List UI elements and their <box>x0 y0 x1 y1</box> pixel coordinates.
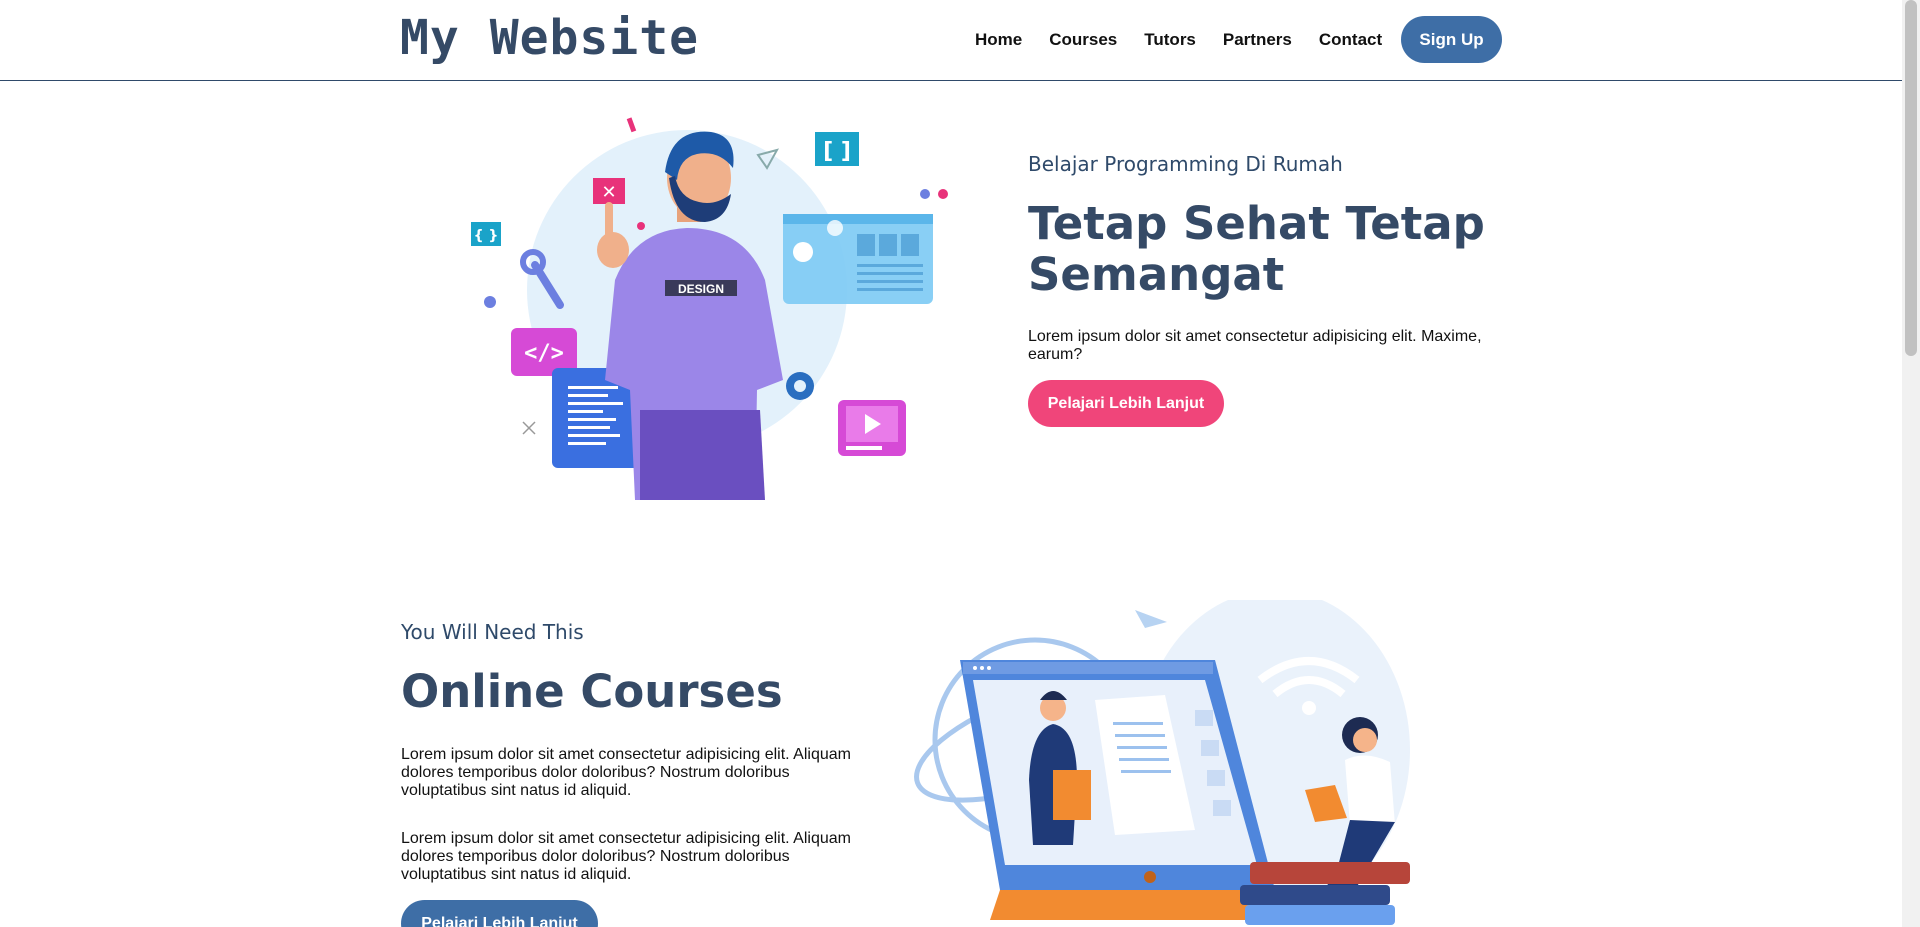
hero-title: Tetap Sehat Tetap Semangat <box>1028 197 1485 301</box>
courses-paragraph: Lorem ipsum dolor sit amet consectetur a… <box>401 830 851 883</box>
svg-text:[ ]: [ ] <box>823 139 851 164</box>
shirt-badge-text: DESIGN <box>678 282 724 296</box>
nav-link-home[interactable]: Home <box>975 30 1022 50</box>
nav-link-tutors[interactable]: Tutors <box>1144 30 1196 50</box>
hero-learn-more-button[interactable]: Pelajari Lebih Lanjut <box>1028 380 1224 427</box>
nav-link-courses[interactable]: Courses <box>1049 30 1117 50</box>
page-scrollbar[interactable] <box>1902 0 1920 927</box>
hero-developer-illustration: [ ] { } ✕ </> DESIGN <box>471 117 948 500</box>
online-courses-illustration <box>914 600 1410 925</box>
hero-subtitle: Belajar Programming Di Rumah <box>1028 152 1343 176</box>
nav-link-contact[interactable]: Contact <box>1319 30 1382 50</box>
svg-text:</>: </> <box>524 341 564 366</box>
courses-subtitle: You Will Need This <box>401 620 584 644</box>
courses-learn-more-button[interactable]: Pelajari Lebih Lanjut <box>401 900 598 927</box>
svg-text:✕: ✕ <box>601 182 616 203</box>
nav-menu: Home Courses Tutors Partners Contact <box>975 16 1409 63</box>
site-logo[interactable]: My Website <box>400 10 699 66</box>
svg-text:{ }: { } <box>474 228 499 244</box>
nav-link-partners[interactable]: Partners <box>1223 30 1292 50</box>
courses-paragraph: Lorem ipsum dolor sit amet consectetur a… <box>401 746 851 799</box>
navbar: My Website Home Courses Tutors Partners … <box>0 0 1902 81</box>
signup-button[interactable]: Sign Up <box>1401 16 1502 63</box>
courses-title: Online Courses <box>401 665 783 718</box>
hero-description: Lorem ipsum dolor sit amet consectetur a… <box>1028 328 1482 363</box>
scrollbar-thumb[interactable] <box>1905 0 1917 356</box>
